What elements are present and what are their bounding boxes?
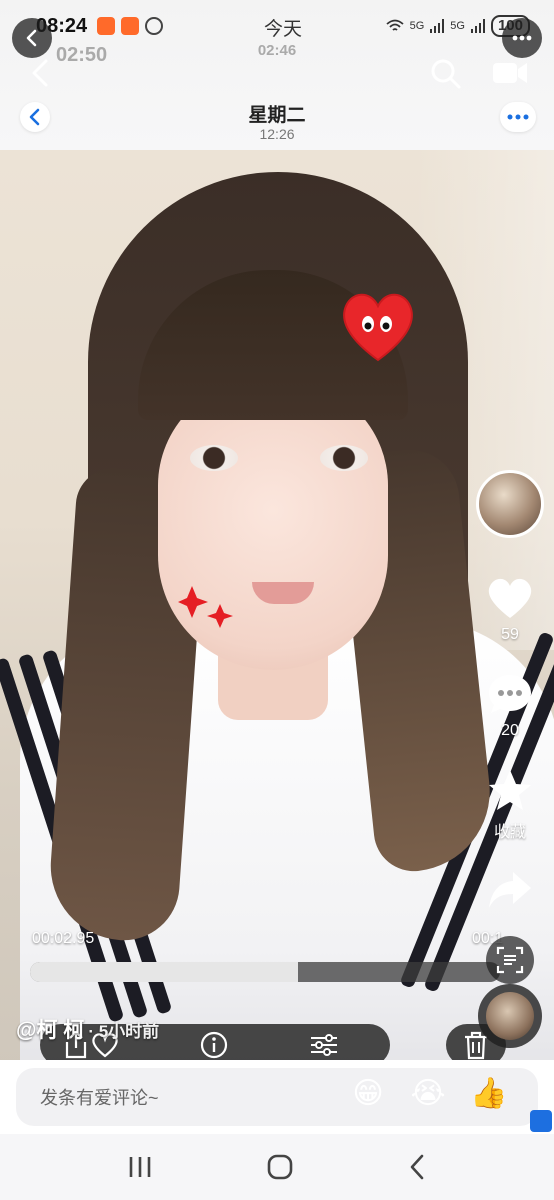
wifi-icon [386, 19, 404, 31]
header-title: 星期二 [248, 105, 306, 126]
thumbs-up-emoji-button[interactable]: 👍 [470, 1076, 507, 1112]
signal-icon [470, 19, 485, 33]
favorite-label: 收藏 [493, 824, 526, 841]
like-button[interactable]: 59 [486, 576, 534, 644]
post-author[interactable]: @柯 柯 [16, 1019, 84, 1042]
recent-apps-icon[interactable] [127, 1155, 153, 1179]
overlay-more-button[interactable] [502, 18, 542, 58]
video-progress-fill [30, 962, 298, 982]
overlay-back-button[interactable] [12, 18, 52, 58]
post-author-line: @柯 柯 · 5小时前 [16, 1014, 159, 1044]
overlay-center-time: 02:46 [257, 42, 297, 59]
heart-sticker-icon [343, 293, 413, 362]
comment-count: 20 [501, 722, 519, 739]
comment-icon [489, 675, 531, 713]
network-label: 5G [450, 20, 465, 32]
more-icon [512, 35, 532, 41]
sparkle-sticker-icon [178, 586, 233, 628]
screen: 08:24 今天 5G 5G 100 02:50 02:46 [0, 0, 554, 1200]
sliders-icon[interactable] [309, 1031, 339, 1059]
like-count: 59 [501, 626, 519, 643]
text-recognition-button[interactable] [486, 936, 534, 984]
comment-placeholder: 发条有爱评论~ [40, 1088, 159, 1108]
chevron-left-icon[interactable] [28, 58, 54, 88]
action-rail: 59 20 收藏 [474, 470, 546, 910]
share-button[interactable] [487, 870, 533, 910]
header-subtitle: 12:26 [259, 126, 295, 142]
overlay-time: 02:50 [56, 44, 108, 66]
eye-right [320, 445, 368, 471]
author-avatar[interactable] [476, 470, 544, 538]
top-bar: 08:24 今天 5G 5G 100 02:50 02:46 [0, 0, 554, 150]
video-camera-icon[interactable] [492, 60, 528, 86]
star-icon [489, 770, 531, 810]
signal-icon [430, 19, 445, 33]
heart-icon [488, 578, 532, 618]
post-time-ago: · 5小时前 [88, 1022, 160, 1041]
back-icon[interactable] [407, 1153, 427, 1181]
chevron-left-icon [29, 108, 40, 126]
status-center-label: 今天 [263, 19, 303, 40]
music-disc-image [486, 992, 534, 1040]
video-progress-bar[interactable] [30, 962, 500, 982]
network-label: 5G [409, 20, 425, 32]
scan-text-icon [496, 946, 524, 974]
home-icon[interactable] [266, 1153, 294, 1181]
floating-badge-icon[interactable] [530, 1110, 552, 1132]
grin-emoji-button[interactable]: 😁 [350, 1076, 386, 1112]
system-nav-bar [0, 1134, 554, 1200]
comment-button[interactable]: 20 [487, 672, 533, 740]
favorite-button[interactable]: 收藏 [487, 768, 533, 842]
music-disc-thumbnail[interactable] [478, 984, 542, 1048]
app-notification-icon [145, 17, 164, 35]
info-icon[interactable] [200, 1031, 228, 1059]
comment-input[interactable]: 发条有爱评论~ [16, 1068, 538, 1126]
video-current-time: 00:02.95 [32, 930, 95, 947]
share-icon [489, 872, 531, 908]
chevron-left-icon [26, 29, 37, 47]
header-back-button[interactable] [20, 102, 50, 132]
header-more-button[interactable] [500, 102, 536, 132]
more-icon [507, 114, 529, 120]
search-icon[interactable] [430, 58, 462, 90]
comment-bar: 发条有爱评论~ 😁 😭 👍 [0, 1060, 554, 1134]
app-notification-icon [97, 17, 116, 35]
app-notification-icon [121, 17, 140, 35]
laugh-cry-emoji-button[interactable]: 😭 [410, 1076, 446, 1112]
eye-left [190, 445, 238, 471]
chat-header: 星期二 12:26 [0, 92, 554, 148]
status-bar: 08:24 今天 5G 5G 100 [36, 14, 530, 40]
status-app-icons [97, 17, 164, 35]
